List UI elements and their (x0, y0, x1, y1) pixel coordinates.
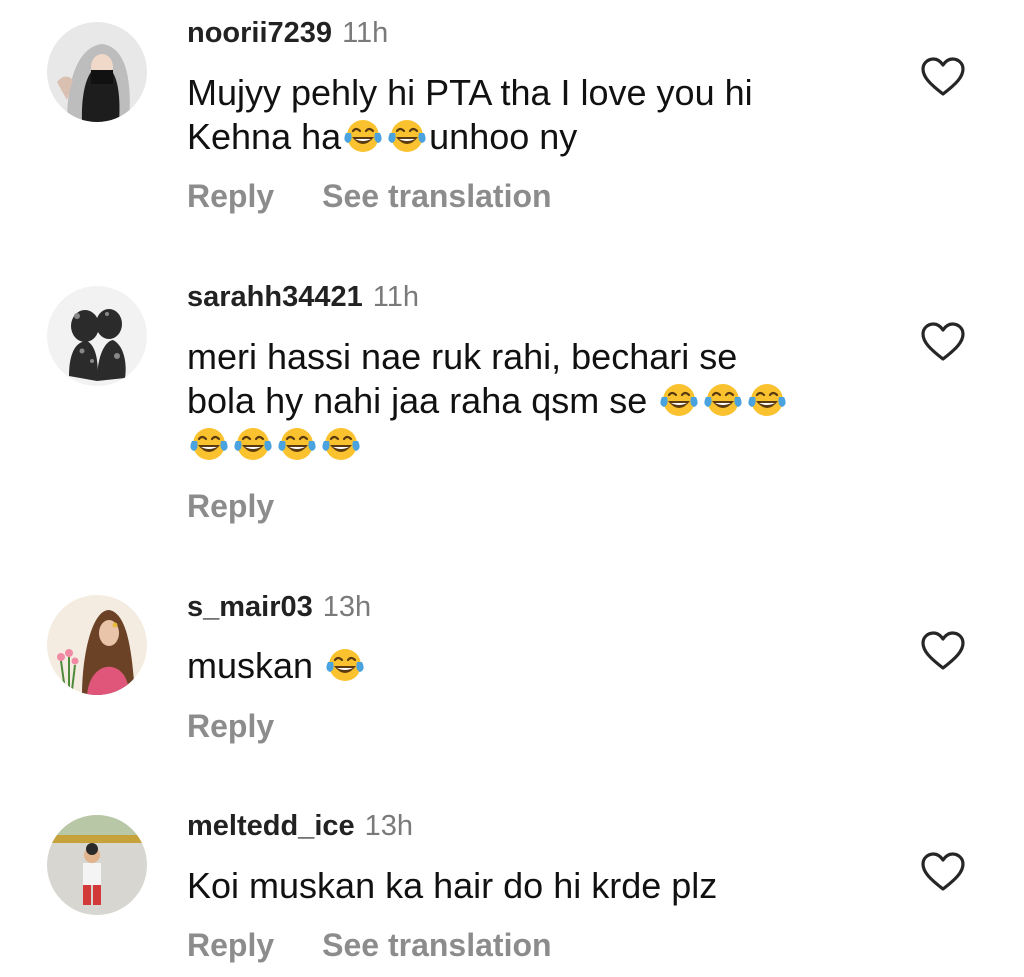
avatar[interactable] (47, 286, 147, 386)
face-with-tears-of-joy-emoji (232, 425, 274, 463)
comment-line (187, 423, 887, 467)
comment-text: Koi muskan ka hair do hi krde plz (187, 864, 887, 908)
comment-line-text: bola hy nahi jaa raha qsm se (187, 380, 648, 421)
avatar[interactable] (47, 815, 147, 915)
comment-line-text: muskan (187, 645, 314, 686)
timestamp: 13h (322, 591, 372, 623)
username[interactable]: sarahh34421 (187, 281, 363, 313)
reply-button[interactable]: Reply (187, 178, 274, 214)
reply-button[interactable]: Reply (187, 708, 274, 744)
avatar[interactable] (47, 22, 147, 122)
face-with-tears-of-joy-emoji (188, 425, 230, 463)
face-with-tears-of-joy-emoji (746, 381, 788, 419)
comment-text: Mujyy pehly hi PTA tha I love you hi Keh… (187, 71, 887, 159)
comment-meta: noorii7239 11h (187, 15, 388, 51)
comment-meta: meltedd_ice 13h (187, 808, 413, 844)
timestamp: 13h (364, 810, 414, 842)
comment-line: meri hassi nae ruk rahi, bechari se (187, 336, 738, 377)
face-with-tears-of-joy-emoji (702, 381, 744, 419)
comment-actions: Reply (187, 486, 274, 526)
face-with-tears-of-joy-emoji (324, 646, 366, 684)
timestamp: 11h (342, 17, 389, 49)
heart-outline-icon[interactable] (920, 851, 966, 893)
reply-button[interactable]: Reply (187, 488, 274, 524)
comment-text: meri hassi nae ruk rahi, bechari se bola… (187, 335, 887, 467)
see-translation-button[interactable]: See translation (322, 178, 551, 214)
heart-outline-icon[interactable] (920, 321, 966, 363)
comment-meta: s_mair03 13h (187, 589, 371, 625)
heart-outline-icon[interactable] (920, 56, 966, 98)
comment-actions: Reply See translation (187, 925, 552, 965)
heart-outline-icon[interactable] (920, 630, 966, 672)
comment-line: Kehna ha unhoo ny (187, 115, 887, 159)
face-with-tears-of-joy-emoji (386, 117, 428, 155)
comment-line-text: Kehna ha (187, 116, 342, 157)
timestamp: 11h (372, 281, 419, 313)
comment-actions: Reply See translation (187, 176, 552, 216)
see-translation-button[interactable]: See translation (322, 927, 551, 963)
comment-line-text: unhoo ny (429, 116, 578, 157)
avatar[interactable] (47, 595, 147, 695)
comment-meta: sarahh34421 11h (187, 279, 419, 315)
face-with-tears-of-joy-emoji (320, 425, 362, 463)
reply-button[interactable]: Reply (187, 927, 274, 963)
comment-line: Koi muskan ka hair do hi krde plz (187, 865, 718, 906)
comment-line: bola hy nahi jaa raha qsm se (187, 379, 887, 423)
username[interactable]: noorii7239 (187, 17, 332, 49)
comment-line: Mujyy pehly hi PTA tha I love you hi (187, 72, 753, 113)
username[interactable]: s_mair03 (187, 591, 313, 623)
comment-text: muskan (187, 644, 887, 688)
face-with-tears-of-joy-emoji (276, 425, 318, 463)
face-with-tears-of-joy-emoji (658, 381, 700, 419)
face-with-tears-of-joy-emoji (342, 117, 384, 155)
username[interactable]: meltedd_ice (187, 810, 355, 842)
comment-actions: Reply (187, 706, 274, 746)
comment-line: muskan (187, 644, 887, 688)
